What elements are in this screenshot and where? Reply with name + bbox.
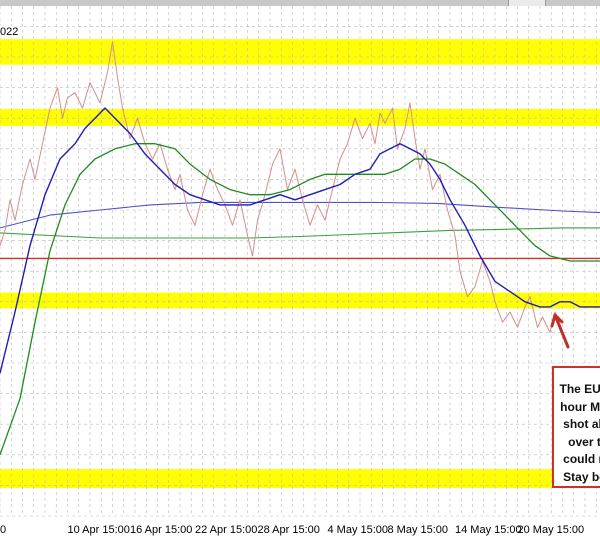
x-tick-label: 4 May 15:00 (328, 524, 389, 536)
x-tick-label: 14 May 15:00 (455, 524, 522, 536)
annotation-line: shot ab (563, 417, 600, 431)
date-fragment: 022 (0, 26, 21, 38)
annotation-line: The EUR (559, 382, 600, 396)
forex-chart: 0 10 Apr 15:00 16 Apr 15:00 22 Apr 15:00 28 … (0, 6, 600, 536)
x-tick-label: 10 Apr 15:00 (68, 524, 130, 536)
x-tick-label: 28 Apr 15:00 (258, 524, 320, 536)
x-tick-label: 8 May 15:00 (388, 524, 449, 536)
annotation-line: over t (568, 434, 600, 449)
x-tick-label: 22 Apr 15:00 (195, 524, 257, 536)
annotation-box: The EUR hour MA shot ab over t could n S… (552, 366, 600, 488)
x-tick-label: 20 May 15:00 (518, 524, 585, 536)
x-tick-label: 0 (0, 524, 6, 536)
x-tick-label: 16 Apr 15:00 (130, 524, 192, 536)
x-axis-labels: 0 10 Apr 15:00 16 Apr 15:00 22 Apr 15:00 28 … (0, 524, 584, 536)
annotation-line: Stay be (563, 469, 600, 484)
price-line (0, 41, 561, 333)
annotation-arrow (550, 313, 570, 349)
annotation-line: hour MA (560, 399, 600, 414)
annotation-line: could n (563, 452, 600, 466)
